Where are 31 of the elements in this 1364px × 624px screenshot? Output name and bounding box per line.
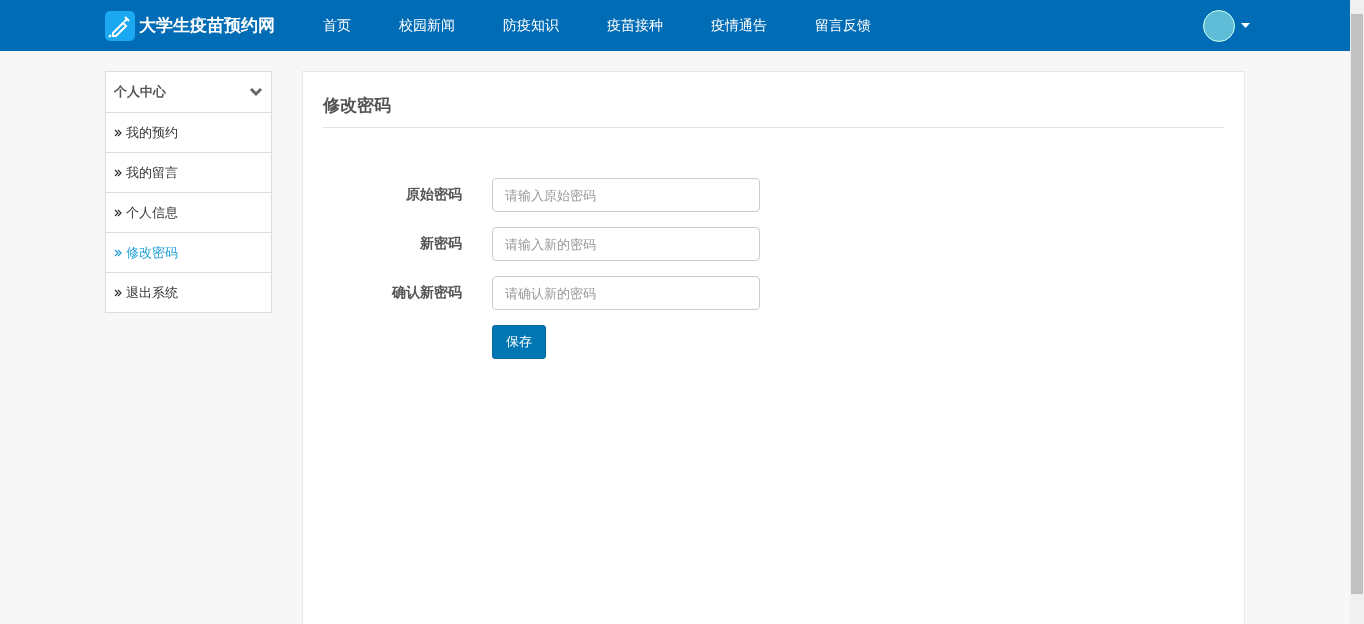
sidebar-item[interactable]: 我的预约	[106, 113, 271, 152]
field-label: 确认新密码	[390, 284, 462, 302]
field-label: 原始密码	[405, 186, 462, 204]
panel-title: 修改密码	[323, 72, 1224, 128]
double-chevron-icon	[114, 128, 122, 137]
nav-link[interactable]: 疫情通告	[711, 16, 767, 35]
sidebar-item[interactable]: 我的留言	[106, 152, 271, 192]
nav-link[interactable]: 留言反馈	[815, 16, 871, 35]
nav-link[interactable]: 防疫知识	[503, 16, 559, 35]
sidebar-item[interactable]: 个人信息	[106, 192, 271, 232]
sidebar-item[interactable]: 修改密码	[106, 232, 271, 272]
user-avatar[interactable]	[1203, 9, 1235, 42]
password-field[interactable]: 请输入原始密码	[492, 178, 760, 212]
double-chevron-icon	[114, 288, 122, 297]
password-field[interactable]: 请确认新的密码	[492, 276, 760, 310]
nav-link[interactable]: 首页	[323, 16, 351, 35]
syringe-icon	[105, 10, 135, 41]
site-title: 大学生疫苗预约网	[139, 14, 275, 37]
password-field[interactable]: 请输入新的密码	[492, 227, 760, 261]
sidebar-title: 个人中心	[114, 83, 166, 101]
double-chevron-icon	[114, 208, 122, 217]
sidebar-item[interactable]: 退出系统	[106, 272, 271, 312]
chevron-icon[interactable]	[249, 87, 263, 97]
nav-link[interactable]: 疫苗接种	[607, 16, 663, 35]
nav-link[interactable]: 校园新闻	[399, 16, 455, 35]
caret-icon[interactable]	[1241, 22, 1250, 29]
double-chevron-icon	[114, 168, 122, 177]
save-button[interactable]: 保存	[492, 325, 546, 359]
field-label: 新密码	[419, 235, 462, 253]
double-chevron-icon	[114, 248, 122, 257]
scrollbar[interactable]	[1350, 0, 1364, 624]
